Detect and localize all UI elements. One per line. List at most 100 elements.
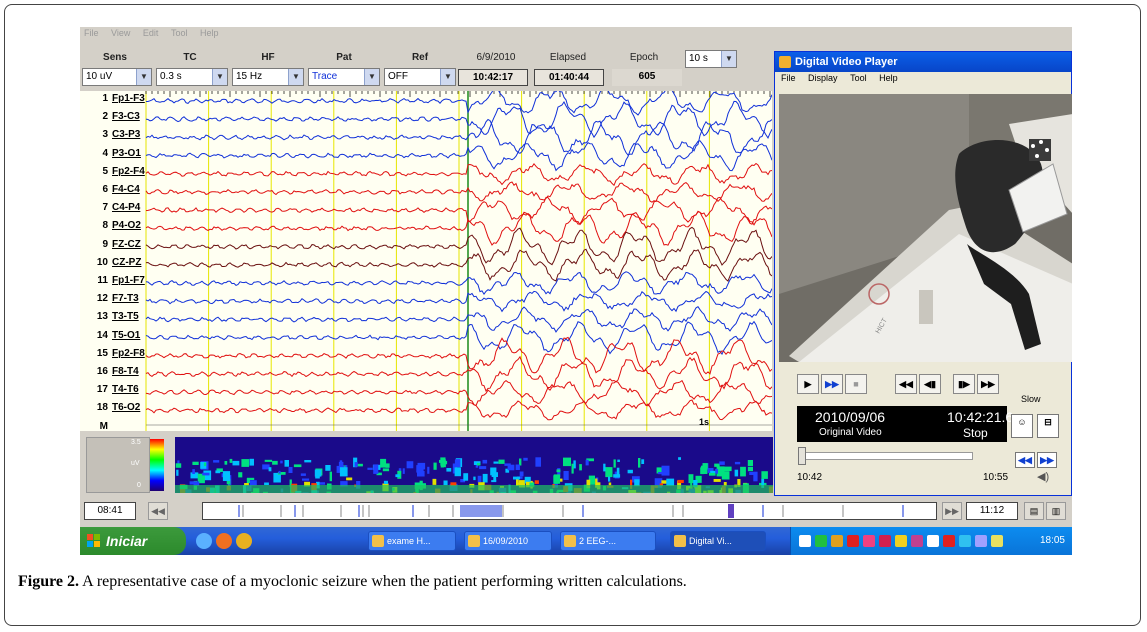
player-seek-slider[interactable] [798, 447, 973, 465]
timeline-bar: 08:41 ◀◀ ▶▶ 11:12 ▤ ▥ [80, 499, 1072, 525]
folder-icon [372, 535, 384, 547]
range-start: 10:42 [797, 472, 823, 483]
channel-label: 6 F4-C4 [80, 184, 139, 195]
rewind-button[interactable]: ◀◀ [895, 374, 917, 394]
menu-tool[interactable]: Tool [171, 28, 188, 38]
spectrogram-cell [753, 471, 758, 482]
channel-label: 7 C4-P4 [80, 202, 140, 213]
export-icon[interactable]: ⊟ [1037, 414, 1059, 438]
player-app-icon [779, 56, 791, 68]
spectrogram-cell [406, 461, 414, 469]
hf-select[interactable]: 15 Hz ▼ [232, 68, 304, 86]
spectrogram-cell [761, 471, 768, 479]
spectrogram-cell [380, 458, 387, 468]
tray-icon[interactable] [831, 535, 843, 547]
spectrogram-cell [325, 465, 331, 471]
spectrogram-cell [747, 467, 753, 472]
chevron-down-icon[interactable]: ▼ [364, 69, 379, 85]
spectrogram-cell [241, 459, 250, 467]
align-right-icon[interactable]: ▥ [1046, 502, 1066, 520]
seek-thumb[interactable] [798, 447, 806, 465]
timeline-track[interactable] [202, 502, 937, 520]
chevron-down-icon[interactable]: ▼ [721, 51, 736, 67]
forward-button[interactable]: ▶▶ [977, 374, 999, 394]
align-left-icon[interactable]: ▤ [1024, 502, 1044, 520]
tray-icon[interactable] [847, 535, 859, 547]
channel-label: 16 F8-T4 [80, 366, 139, 377]
rewind-icon[interactable]: ◀◀ [148, 502, 168, 520]
tc-select[interactable]: 0.3 s ▼ [156, 68, 228, 86]
seek-forward-icon[interactable]: ▶▶ [1037, 452, 1057, 468]
fast-play-button[interactable]: ▶▶ [821, 374, 843, 394]
tray-icon[interactable] [863, 535, 875, 547]
menu-view[interactable]: View [111, 28, 130, 38]
quicklaunch-media-icon[interactable] [236, 533, 252, 549]
tray-icon[interactable] [927, 535, 939, 547]
chevron-down-icon[interactable]: ▼ [440, 69, 455, 85]
tray-icon[interactable] [959, 535, 971, 547]
play-button[interactable]: ▶ [797, 374, 819, 394]
spectrogram-cell [432, 478, 437, 485]
elapsed-label: Elapsed [549, 52, 587, 63]
window-select[interactable]: 10 s ▼ [685, 50, 737, 68]
pat-select[interactable]: Trace ▼ [308, 68, 380, 86]
chevron-down-icon[interactable]: ▼ [212, 69, 227, 85]
tray-icon[interactable] [911, 535, 923, 547]
task-digital-video[interactable]: Digital Vi... [670, 531, 766, 551]
menu-help[interactable]: Help [200, 28, 219, 38]
tray-icon[interactable] [895, 535, 907, 547]
step-back-button[interactable]: ◀▮ [919, 374, 941, 394]
spectrogram-cell [493, 476, 497, 481]
task-eeg[interactable]: 2 EEG-... [560, 531, 656, 551]
tray-icon[interactable] [991, 535, 1003, 547]
spectrogram-cell [264, 459, 273, 462]
hf-value: 15 Hz [236, 71, 263, 82]
spectrogram-cell [709, 472, 716, 476]
player-menu-tool[interactable]: Tool [850, 73, 867, 83]
timeline-cursor[interactable] [728, 504, 734, 518]
spectrogram-cell [658, 472, 664, 475]
tray-icon[interactable] [879, 535, 891, 547]
chevron-down-icon[interactable]: ▼ [288, 69, 303, 85]
fast-forward-icon[interactable]: ▶▶ [942, 502, 962, 520]
tray-icon[interactable] [943, 535, 955, 547]
player-menu-display[interactable]: Display [808, 73, 838, 83]
ref-select[interactable]: OFF ▼ [384, 68, 456, 86]
quicklaunch-desktop-icon[interactable] [196, 533, 212, 549]
speaker-icon[interactable]: ◀) [1037, 470, 1049, 483]
chevron-down-icon[interactable]: ▼ [136, 69, 151, 85]
windows-flag-icon [87, 534, 100, 547]
quicklaunch-firefox-icon[interactable] [216, 533, 232, 549]
player-date: 2010/09/06 [815, 409, 886, 425]
channel-name: CZ-PZ [112, 256, 142, 268]
player-menu-file[interactable]: File [781, 73, 796, 83]
spectrogram-cell [440, 464, 444, 468]
tray-icon[interactable] [815, 535, 827, 547]
tray-icon[interactable] [799, 535, 811, 547]
snapshot-icon[interactable]: ☺ [1011, 414, 1033, 438]
task-date[interactable]: 16/09/2010 [464, 531, 552, 551]
spectrogram-cell [523, 457, 528, 461]
spectrogram-cell [678, 457, 681, 460]
spectrogram-cell [616, 467, 620, 478]
step-forward-button[interactable]: ▮▶ [953, 374, 975, 394]
sens-select[interactable]: 10 uV ▼ [82, 68, 152, 86]
spectrogram-cell [202, 472, 210, 476]
spectrogram-cell [563, 471, 569, 480]
timeline-end: 11:12 [966, 502, 1018, 520]
menu-file[interactable]: File [84, 28, 99, 38]
spectrogram-scale: 3.5 uV 0 [86, 437, 150, 493]
menu-edit[interactable]: Edit [143, 28, 159, 38]
spectrogram-cell [427, 466, 430, 474]
tray-icon[interactable] [975, 535, 987, 547]
system-tray: 18:05 [790, 527, 1072, 555]
channel-label: 13 T3-T5 [80, 311, 139, 322]
seek-back-icon[interactable]: ◀◀ [1015, 452, 1035, 468]
player-menu-help[interactable]: Help [879, 73, 898, 83]
start-button[interactable]: Iniciar [80, 527, 186, 555]
spectrogram-cell [213, 460, 220, 463]
eeg-trace-panel: 1 Fp1-F3 2 F3-C3 3 C3-P3 4 P3-O1 5 Fp2-F4 6 F4-C4 7 C… [80, 91, 772, 432]
channel-number: 3 [102, 129, 108, 141]
stop-button[interactable]: ■ [845, 374, 867, 394]
task-exame[interactable]: exame H... [368, 531, 456, 551]
